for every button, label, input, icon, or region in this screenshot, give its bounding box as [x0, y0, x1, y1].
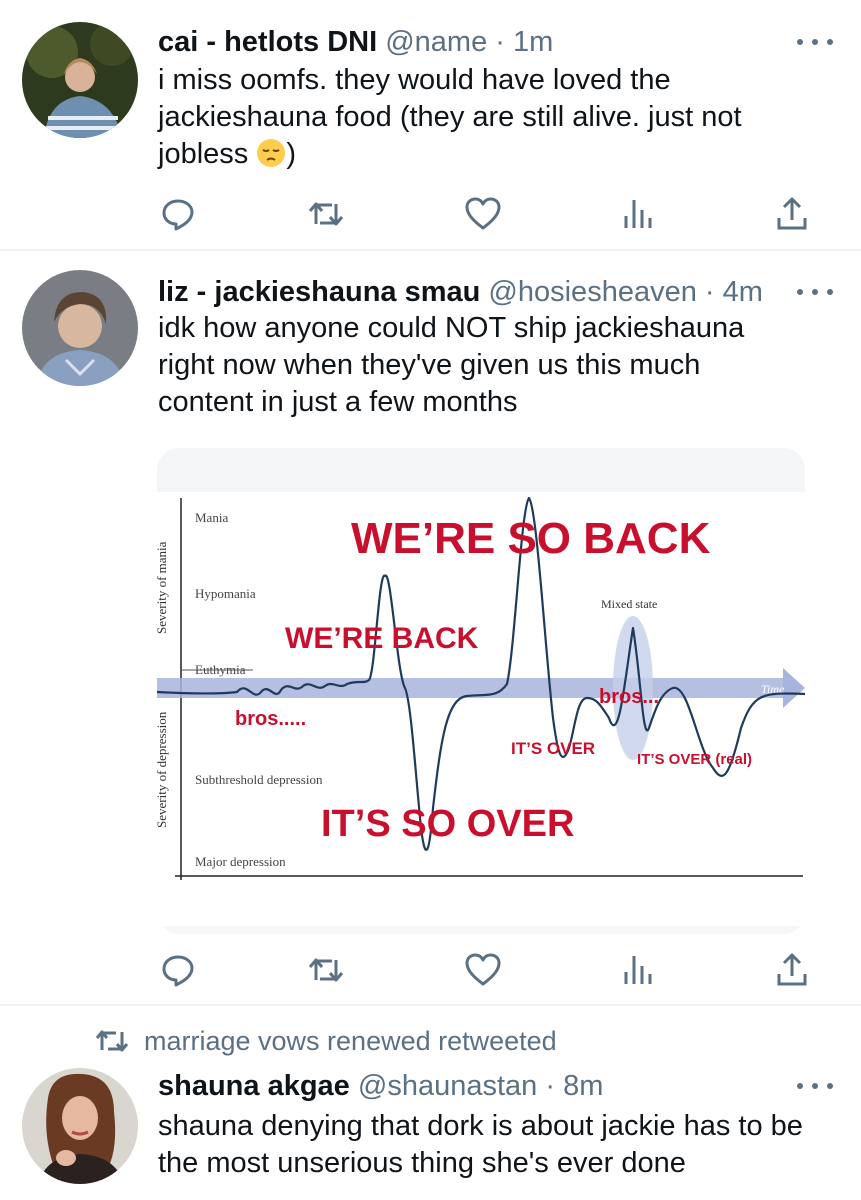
caption-bros-2: bros... [599, 686, 659, 708]
level-label: Major depression [195, 854, 286, 869]
display-name[interactable]: shauna akgae [158, 1070, 350, 1102]
tweet-text: idk how anyone could NOT ship jackieshau… [158, 312, 745, 418]
divider [0, 249, 861, 251]
retweet-icon [95, 1030, 129, 1052]
level-label: Subthreshold depression [195, 772, 323, 787]
share-icon[interactable] [772, 950, 812, 990]
like-icon[interactable] [463, 194, 503, 234]
caption-back: WE’RE BACK [285, 622, 479, 655]
pensive-face-emoji [257, 139, 286, 167]
tweet-3[interactable]: shauna akgae @shaunastan · 8m shauna den… [0, 1060, 861, 1200]
caption-so-back: WE’RE SO BACK [351, 514, 711, 563]
retweet-icon[interactable] [306, 194, 346, 234]
tweet-media-image[interactable]: Time Severity of mania Severity of depre… [157, 448, 805, 934]
tweet-text: i miss oomfs. they would have loved the … [158, 64, 742, 170]
tweet-text: shauna denying that dork is about jackie… [158, 1110, 803, 1179]
y-axis-lower-label: Severity of depression [157, 711, 169, 828]
divider [0, 1004, 861, 1006]
analytics-icon[interactable] [618, 194, 658, 234]
caption-over-real: IT’S OVER (real) [637, 751, 752, 768]
more-icon[interactable] [797, 1076, 833, 1096]
tweet-header: shauna akgae @shaunastan · 8m [158, 1068, 603, 1104]
handle[interactable]: @hosiesheaven [488, 276, 696, 308]
display-name[interactable]: liz - jackieshauna smau [158, 276, 480, 308]
handle[interactable]: @shaunastan [358, 1070, 537, 1102]
tweet-actions [0, 950, 861, 990]
reply-icon[interactable] [158, 950, 198, 990]
share-icon[interactable] [772, 194, 812, 234]
reply-icon[interactable] [158, 194, 198, 234]
tweet-header: liz - jackieshauna smau @hosiesheaven · … [158, 274, 763, 310]
tweet-1[interactable]: cai - hetlots DNI @name · 1m i miss oomf… [0, 0, 861, 250]
retweet-icon[interactable] [306, 950, 346, 990]
caption-bros-1: bros..... [235, 708, 306, 730]
caption-so-over: IT’S SO OVER [321, 803, 574, 845]
timestamp[interactable]: · 8m [545, 1070, 603, 1102]
caption-over: IT’S OVER [511, 739, 595, 758]
retweet-label: marriage vows renewed retweeted [144, 1026, 557, 1056]
mixed-state-label: Mixed state [601, 597, 657, 611]
handle[interactable]: @name [385, 26, 487, 58]
avatar[interactable] [22, 22, 138, 138]
avatar[interactable] [22, 270, 138, 386]
more-icon[interactable] [797, 282, 833, 302]
tweet-actions [0, 194, 861, 234]
avatar[interactable] [22, 1068, 138, 1184]
like-icon[interactable] [463, 950, 503, 990]
tweet-header: cai - hetlots DNI @name · 1m [158, 24, 553, 60]
level-label: Hypomania [195, 586, 256, 601]
analytics-icon[interactable] [618, 950, 658, 990]
more-icon[interactable] [797, 32, 833, 52]
display-name[interactable]: cai - hetlots DNI [158, 26, 377, 58]
retweet-context[interactable]: marriage vows renewed retweeted [92, 1024, 557, 1058]
timestamp[interactable]: · 1m [495, 26, 553, 58]
level-label: Mania [195, 510, 228, 525]
y-axis-upper-label: Severity of mania [157, 541, 169, 634]
timestamp[interactable]: · 4m [705, 276, 763, 308]
